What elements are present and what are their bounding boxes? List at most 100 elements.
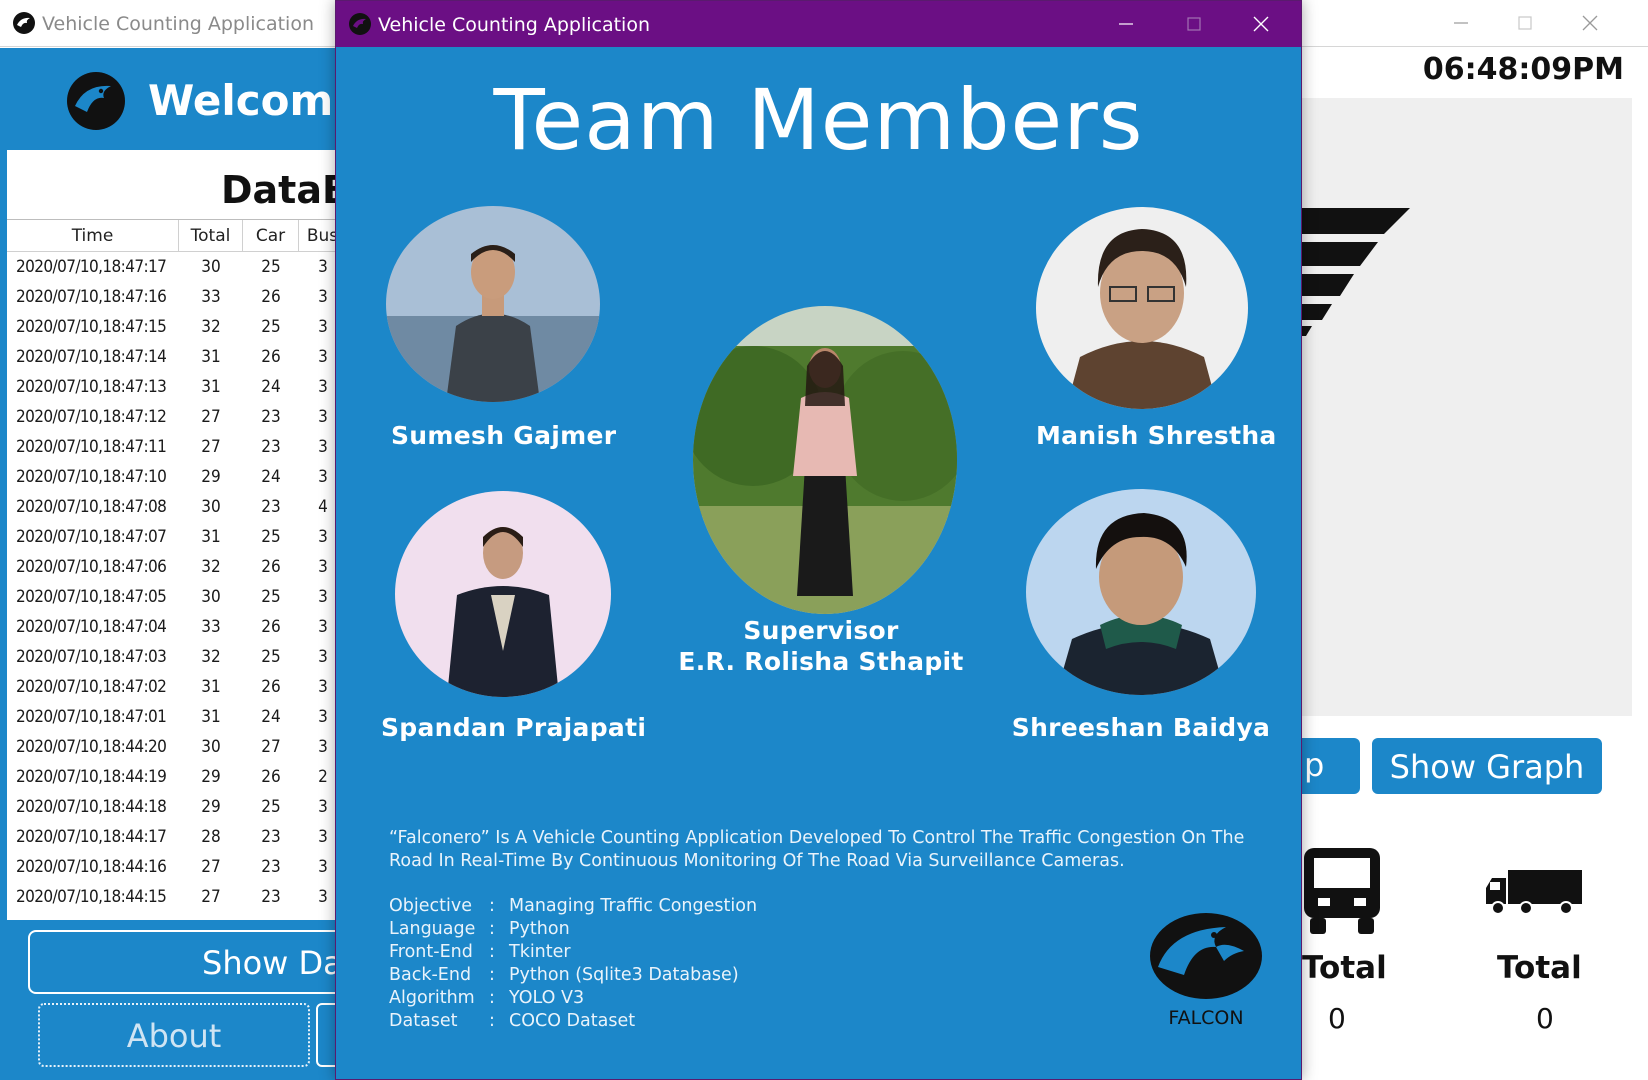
info-row: Language: Python	[389, 917, 757, 940]
table-cell: 2020/07/10,18:47:07	[16, 527, 167, 547]
table-cell: 27	[201, 887, 221, 907]
column-header-car[interactable]: Car	[243, 220, 299, 251]
table-row[interactable]: 2020/07/10,18:47:01 31 24 3	[7, 702, 347, 732]
info-value: Python	[509, 918, 570, 939]
table-row[interactable]: 2020/07/10,18:47:16 33 26 3	[7, 282, 347, 312]
table-cell: 2020/07/10,18:44:16	[16, 857, 167, 877]
bus-icon	[1304, 848, 1380, 934]
dialog-title: Vehicle Counting Application	[378, 14, 650, 36]
table-row[interactable]: 2020/07/10,18:47:11 27 23 3	[7, 432, 347, 462]
table-cell: 25	[261, 797, 281, 817]
info-separator: :	[489, 964, 495, 985]
table-cell: 31	[201, 527, 221, 547]
table-cell: 2020/07/10,18:47:15	[16, 317, 167, 337]
table-row[interactable]: 2020/07/10,18:47:15 32 25 3	[7, 312, 347, 342]
maximize-icon[interactable]	[1512, 10, 1538, 36]
table-cell: 25	[261, 527, 281, 547]
table-cell: 30	[201, 737, 221, 757]
minimize-icon[interactable]	[1448, 10, 1474, 36]
falcon-app-icon	[13, 12, 35, 34]
table-row[interactable]: 2020/07/10,18:44:16 27 23 3	[7, 852, 347, 882]
table-cell: 33	[201, 287, 221, 307]
table-cell: 27	[261, 737, 281, 757]
table-cell: 31	[201, 707, 221, 727]
table-row[interactable]: 2020/07/10,18:47:08 30 23 4	[7, 492, 347, 522]
table-cell: 2020/07/10,18:47:04	[16, 617, 167, 637]
table-cell: 2020/07/10,18:44:19	[16, 767, 167, 787]
table-cell: 30	[201, 497, 221, 517]
show-graph-button[interactable]: Show Graph	[1372, 738, 1602, 794]
table-cell: 24	[261, 377, 281, 397]
table-row[interactable]: 2020/07/10,18:47:02 31 26 3	[7, 672, 347, 702]
table-cell: 2020/07/10,18:47:10	[16, 467, 167, 487]
table-cell: 2020/07/10,18:47:12	[16, 407, 167, 427]
table-cell: 2020/07/10,18:47:08	[16, 497, 167, 517]
table-row[interactable]: 2020/07/10,18:47:17 30 25 3	[7, 252, 347, 282]
team-members-heading: Team Members	[493, 71, 1144, 169]
bus-total-value: 0	[1328, 1002, 1346, 1035]
info-key: Objective	[389, 895, 472, 916]
table-row[interactable]: 2020/07/10,18:44:20 30 27 3	[7, 732, 347, 762]
team-members-dialog: Vehicle Counting Application Team Member…	[335, 0, 1302, 1080]
minimize-icon[interactable]	[1113, 11, 1139, 37]
table-cell: 30	[201, 587, 221, 607]
table-cell: 29	[201, 467, 221, 487]
table-cell: 2020/07/10,18:44:18	[16, 797, 167, 817]
table-cell: 31	[201, 347, 221, 367]
table-row[interactable]: 2020/07/10,18:47:07 31 25 3	[7, 522, 347, 552]
logo-stripes-icon	[1300, 208, 1410, 336]
video-preview-area	[1300, 98, 1632, 716]
table-cell: 2020/07/10,18:44:17	[16, 827, 167, 847]
table-row[interactable]: 2020/07/10,18:47:10 29 24 3	[7, 462, 347, 492]
table-row[interactable]: 2020/07/10,18:44:19 29 26 2	[7, 762, 347, 792]
falcon-logo-icon	[67, 72, 125, 130]
member-photo-sumesh	[386, 206, 600, 402]
table-row[interactable]: 2020/07/10,18:47:13 31 24 3	[7, 372, 347, 402]
dialog-titlebar[interactable]: Vehicle Counting Application	[336, 1, 1301, 47]
info-row: Front-End: Tkinter	[389, 940, 757, 963]
clock-display: 06:48:09PM	[1422, 52, 1624, 87]
table-row[interactable]: 2020/07/10,18:44:18 29 25 3	[7, 792, 347, 822]
table-cell: 2020/07/10,18:47:05	[16, 587, 167, 607]
column-header-time[interactable]: Time	[7, 220, 179, 251]
member-photo-shreeshan	[1026, 489, 1256, 695]
welcome-heading: Welcome	[148, 76, 362, 125]
table-cell: 26	[261, 287, 281, 307]
table-cell: 26	[261, 347, 281, 367]
table-cell: 28	[201, 827, 221, 847]
table-row[interactable]: 2020/07/10,18:44:17 28 23 3	[7, 822, 347, 852]
table-cell: 25	[261, 587, 281, 607]
app-description: “Falconero” Is A Vehicle Counting Applic…	[389, 828, 1245, 871]
database-table[interactable]: Time Total Car Bus 2020/07/10,18:47:17 30…	[7, 219, 347, 912]
info-key: Front-End	[389, 941, 473, 962]
table-row[interactable]: 2020/07/10,18:47:03 32 25 3	[7, 642, 347, 672]
table-row[interactable]: 2020/07/10,18:47:05 30 25 3	[7, 582, 347, 612]
member-photo-manish	[1036, 207, 1248, 409]
maximize-icon[interactable]	[1181, 11, 1207, 37]
table-row[interactable]: 2020/07/10,18:47:14 31 26 3	[7, 342, 347, 372]
info-separator: :	[489, 895, 495, 916]
info-separator: :	[489, 941, 495, 962]
main-window-title: Vehicle Counting Application	[42, 13, 314, 35]
column-header-total[interactable]: Total	[179, 220, 243, 251]
about-button[interactable]: About	[38, 1003, 310, 1067]
table-row[interactable]: 2020/07/10,18:44:15 27 23 3	[7, 882, 347, 912]
table-cell: 29	[201, 767, 221, 787]
info-key: Algorithm	[389, 987, 475, 1008]
table-row[interactable]: 2020/07/10,18:47:06 32 26 3	[7, 552, 347, 582]
info-value: COCO Dataset	[509, 1010, 636, 1031]
table-row[interactable]: 2020/07/10,18:47:04 33 26 3	[7, 612, 347, 642]
close-icon[interactable]	[1248, 11, 1274, 37]
table-cell: 24	[261, 707, 281, 727]
member-photo-spandan	[395, 491, 611, 697]
info-key: Back-End	[389, 964, 472, 985]
partial-button[interactable]: p	[1300, 738, 1360, 794]
table-cell: 32	[201, 317, 221, 337]
table-cell: 30	[201, 257, 221, 277]
table-cell: 26	[261, 767, 281, 787]
table-row[interactable]: 2020/07/10,18:47:12 27 23 3	[7, 402, 347, 432]
close-icon[interactable]	[1577, 10, 1603, 36]
show-data-button[interactable]: Show Da	[28, 930, 348, 994]
database-title: DataB	[221, 168, 351, 212]
supervisor-photo	[693, 306, 957, 614]
